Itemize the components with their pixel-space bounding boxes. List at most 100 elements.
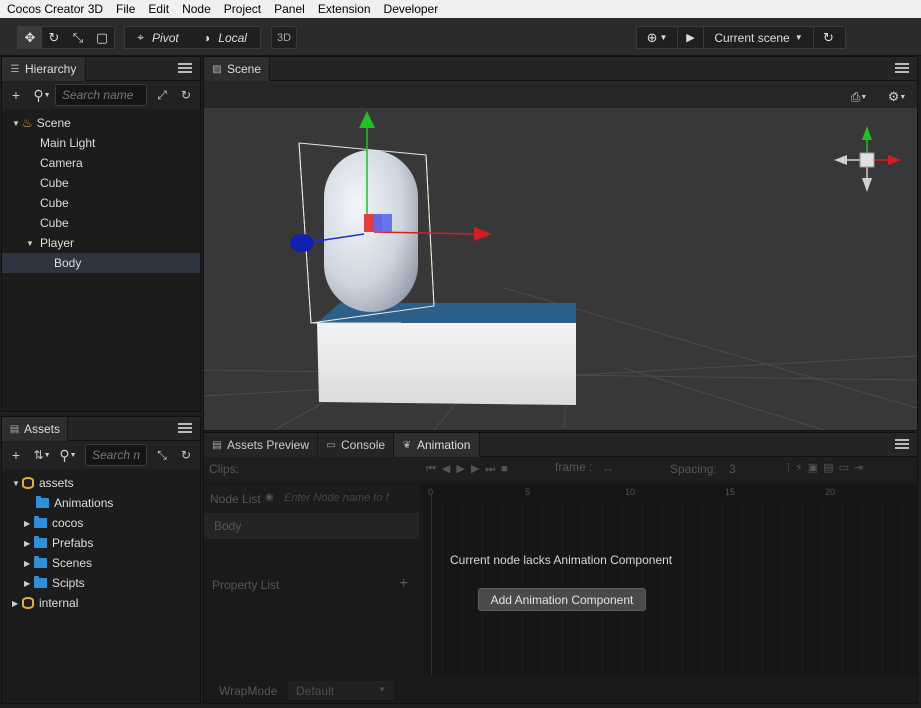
caret-down-icon: ▼ [378,685,386,694]
rect-tool-button[interactable]: ▢ [90,27,114,48]
menu-node[interactable]: Node [175,2,217,16]
tab-label: Animation [417,438,471,452]
add-asset-icon[interactable]: + [8,447,24,463]
animation-tool-icons[interactable]: ⁞⚡▣▤▭⇥ [787,461,868,474]
tick-label: 10 [625,487,636,497]
gear-icon[interactable]: ⚙ ▼ [884,89,910,105]
asset-item-cocos[interactable]: ▶ cocos [2,513,200,533]
tree-item-camera[interactable]: Camera [2,153,200,173]
asset-item-assets[interactable]: ▼ assets [2,473,200,493]
tree-item-cube[interactable]: Cube [2,173,200,193]
animation-toolbar: Clips: ⏮◀▶▶⏭■ frame : -- Spacing: 3 ⁞⚡▣▤… [204,457,917,481]
frame-label: frame : [555,460,593,474]
add-node-icon[interactable]: + [8,87,24,103]
tab-scene[interactable]: ▨ Scene [204,57,270,81]
expand-triangle-icon: ▼ [12,118,20,128]
menu-edit[interactable]: Edit [141,2,175,16]
search-type-icon[interactable]: ⚲ ▼ [32,87,52,103]
hierarchy-panel: ☰ Hierarchy + ⚲ ▼ Search name ⤢ ↻ ▼ ♨ Scene … [1,56,201,412]
timeline-area[interactable]: 0 5 10 15 20 [422,485,917,675]
asset-label: Animations [54,496,114,510]
preview-group: ⊕ ▼ ▶ Current scene ▼ ↻ [636,26,846,49]
menu-panel[interactable]: Panel [267,2,311,16]
tick-label: 15 [725,487,736,497]
frame-value[interactable]: -- [604,462,612,476]
refresh-icon[interactable]: ↻ [178,447,194,463]
refresh-icon[interactable]: ↻ [178,87,194,103]
spacing-value[interactable]: 3 [729,462,736,476]
tree-item-label: Player [40,236,75,250]
add-animation-component-button[interactable]: Add Animation Component [478,588,646,611]
scene-menu-icon[interactable] [895,61,909,75]
search-type-icon[interactable]: ⚲ ▼ [58,447,78,463]
tick-label: 20 [825,487,836,497]
menu-project[interactable]: Project [217,2,267,16]
tree-item-body[interactable]: Body [2,253,200,273]
move-tool-button[interactable]: ✥ [18,27,42,48]
asset-label: assets [39,476,74,490]
mode-3d-button[interactable]: 3D [272,27,296,48]
scene-viewport[interactable] [204,108,917,430]
refresh-button[interactable]: ↻ [813,27,843,48]
tree-item-player[interactable]: ▼ Player [2,233,200,253]
tab-assets[interactable]: ▤ Assets [2,417,68,441]
pivot-label: Pivot [152,30,179,45]
cube-mesh[interactable] [317,303,576,405]
asset-item-scenes[interactable]: ▶ Scenes [2,553,200,573]
camera-settings-icon[interactable]: ⎙ ▼ [846,89,872,105]
rotate-tool-button[interactable]: ↻ [42,27,66,48]
asset-item-internal[interactable]: ▶ internal [2,593,200,613]
tab-assets-preview[interactable]: ▤ Assets Preview [204,433,318,457]
tree-item-cube[interactable]: Cube [2,213,200,233]
add-property-icon[interactable]: + [399,575,408,593]
node-filter-input[interactable]: Enter Node name to f [284,490,414,508]
collapse-all-icon[interactable]: ⤡ [154,447,170,463]
sort-icon[interactable]: ⇅ ▼ [32,447,52,463]
wrapmode-label: WrapMode [219,684,278,698]
tab-hierarchy[interactable]: ☰ Hierarchy [2,57,86,81]
menu-developer[interactable]: Developer [377,2,445,16]
scale-tool-button[interactable]: ⤡ [66,27,90,48]
tab-label: Assets Preview [227,438,310,452]
tree-item-main-light[interactable]: Main Light [2,133,200,153]
tree-item-cube[interactable]: Cube [2,193,200,213]
folder-icon [34,576,47,588]
node-list-header: Node List ◉ Enter Node name to f [204,485,419,511]
asset-label: Prefabs [52,536,94,550]
playback-controls-icon[interactable]: ⏮◀▶▶⏭■ [426,462,514,476]
clips-label: Clips: [209,462,240,476]
tab-animation[interactable]: ❦ Animation [394,433,480,457]
play-button[interactable]: ▶ [677,27,703,48]
asset-label: Scipts [52,576,85,590]
assets-search-input[interactable]: Search n [85,444,147,466]
pivot-button[interactable]: ⌖ Pivot [125,27,191,48]
database-icon [22,597,34,609]
node-row-body[interactable]: Body [204,513,419,539]
platform-dropdown[interactable]: ⊕ ▼ [637,27,677,48]
hierarchy-search-input[interactable]: Search name [55,84,147,106]
assets-icon: ▤ [212,439,222,451]
menu-file[interactable]: File [109,2,141,16]
local-button[interactable]: ◑ Local [191,27,259,48]
assets-tab-label: Assets [23,422,60,436]
menu-extension[interactable]: Extension [311,2,377,16]
main-toolbar: ✥ ↻ ⤡ ▢ ⌖ Pivot ◑ Local 3D ⊕ ▼ ▶ Current sc… [0,18,921,56]
current-scene-dropdown[interactable]: Current scene ▼ [703,27,813,48]
tab-console[interactable]: ▭ Console [318,433,394,457]
scene-tabbar: ▨ Scene [204,57,917,81]
assets-icon: ▤ [9,423,20,435]
expand-all-icon[interactable]: ⤢ [154,87,170,103]
wrapmode-select[interactable]: Default ▼ [288,681,394,700]
eye-icon[interactable]: ◉ [265,492,274,503]
asset-label: cocos [52,516,84,530]
animation-menu-icon[interactable] [895,437,909,451]
hierarchy-menu-icon[interactable] [178,61,192,75]
caret-down-icon: ▼ [794,33,803,42]
tree-item-scene[interactable]: ▼ ♨ Scene [2,113,200,133]
asset-item-prefabs[interactable]: ▶ Prefabs [2,533,200,553]
collapse-triangle-icon: ▶ [12,598,19,608]
asset-item-animations[interactable]: Animations [2,493,200,513]
assets-menu-icon[interactable] [178,421,192,435]
asset-item-scipts[interactable]: ▶ Scipts [2,573,200,593]
spacing-label: Spacing: [670,462,717,476]
